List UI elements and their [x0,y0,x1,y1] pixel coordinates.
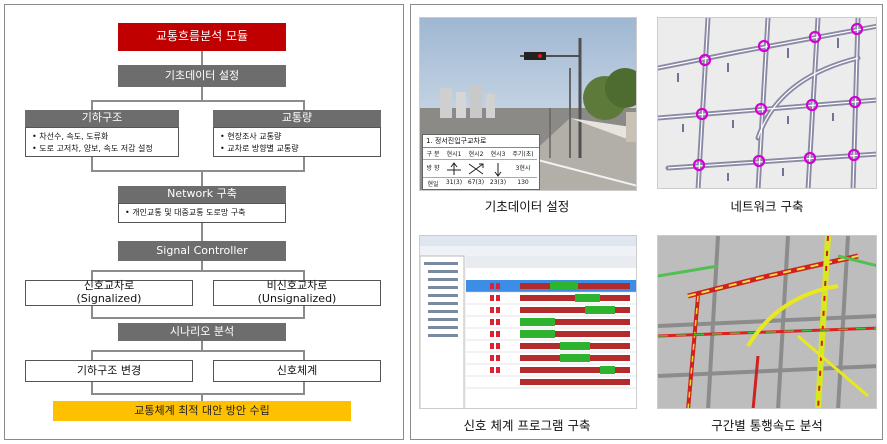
speed-map-graphic [658,236,876,408]
time-label: 현일 [427,181,439,188]
connector [91,100,305,102]
intersection-info-table: 1. 정서진입구교차로 구 분 현시1 현시2 현시3 주기(초) 방 향 3현… [422,134,540,190]
connector [91,100,93,110]
signal-program-caption: 신호 체계 프로그램 구축 [463,418,591,433]
traffic-detail: 현장조사 교통량 교차로 방향별 교통량 [213,127,381,157]
table-header: 구 분 [423,148,443,160]
signal-system-box: 신호체계 [213,360,381,382]
network-title: Network 구축 [118,186,286,203]
connector [91,350,305,352]
connector [91,317,305,319]
basic-data-box: 기초데이터 설정 [118,65,286,87]
network-item: 개인교통 및 대중교통 도로망 구축 [125,207,281,219]
table-header: 주기(초) [509,148,537,160]
speed-map-thumbnail [657,235,877,409]
final-plan-box: 교통체계 최적 대안 방안 수립 [53,401,351,421]
connector [201,87,203,101]
geometry-title: 기하구조 [25,110,179,127]
connector [303,350,305,360]
signal-controller-box: Signal Controller [118,241,286,261]
cycle-phase: 3현시 [509,160,537,178]
time-value: 67(3) [467,179,485,186]
traffic-item: 현장조사 교통량 [220,131,376,143]
geometry-change-box: 기하구조 변경 [25,360,193,382]
street-photo-thumbnail: 1. 정서진입구교차로 구 분 현시1 현시2 현시3 주기(초) 방 향 3현… [419,17,637,191]
basic-data-caption: 기초데이터 설정 [484,199,570,214]
connector [201,170,203,186]
scenario-box: 시나리오 분석 [118,323,286,341]
signal-program-graphic [420,236,636,408]
geometry-item: 도로 고저차, 양보, 속도 저감 설정 [32,143,174,155]
connector [91,157,93,171]
geometry-detail: 차선수, 속도, 도류화 도로 고저차, 양보, 속도 저감 설정 [25,127,179,157]
direction-arrows [443,160,465,178]
table-header: 현시2 [465,148,487,160]
traffic-item: 교차로 방향별 교통량 [220,143,376,155]
module-title-box: 교통흐름분석 모듈 [118,23,286,51]
network-map-graphic [658,18,876,188]
network-map-thumbnail [657,17,877,189]
connector [201,223,203,241]
connector [201,51,203,65]
time-value: 31(3) [445,179,463,186]
direction-label: 방 향 [423,160,443,178]
signal-program-thumbnail [419,235,637,409]
connector [91,393,305,395]
intersection-table-title: 1. 정서진입구교차로 [423,135,539,148]
traffic-title: 교통량 [213,110,381,127]
time-value: 130 [517,179,529,186]
geometry-item: 차선수, 속도, 도류화 [32,131,174,143]
network-caption: 네트워크 구축 [730,199,804,214]
connector [201,393,203,401]
speed-analysis-caption: 구간별 통행속도 분석 [711,418,823,433]
connector [91,350,93,360]
unsignalized-box: 비신호교차로 (Unsignalized) [213,280,381,306]
network-detail: 개인교통 및 대중교통 도로망 구축 [118,203,286,223]
thumbnail-panel: 1. 정서진입구교차로 구 분 현시1 현시2 현시3 주기(초) 방 향 3현… [410,4,883,440]
direction-arrows [465,160,487,178]
connector [91,170,305,172]
connector [303,100,305,110]
table-header: 현시3 [487,148,509,160]
direction-arrows [487,160,509,178]
connector [91,270,305,272]
flow-diagram-panel: 교통흐름분석 모듈 기초데이터 설정 기하구조 차선수, 속도, 도류화 도로 … [4,4,404,440]
time-value: 23(3) [489,179,507,186]
connector [303,157,305,171]
table-header: 현시1 [443,148,465,160]
signalized-box: 신호교차로 (Signalized) [25,280,193,306]
